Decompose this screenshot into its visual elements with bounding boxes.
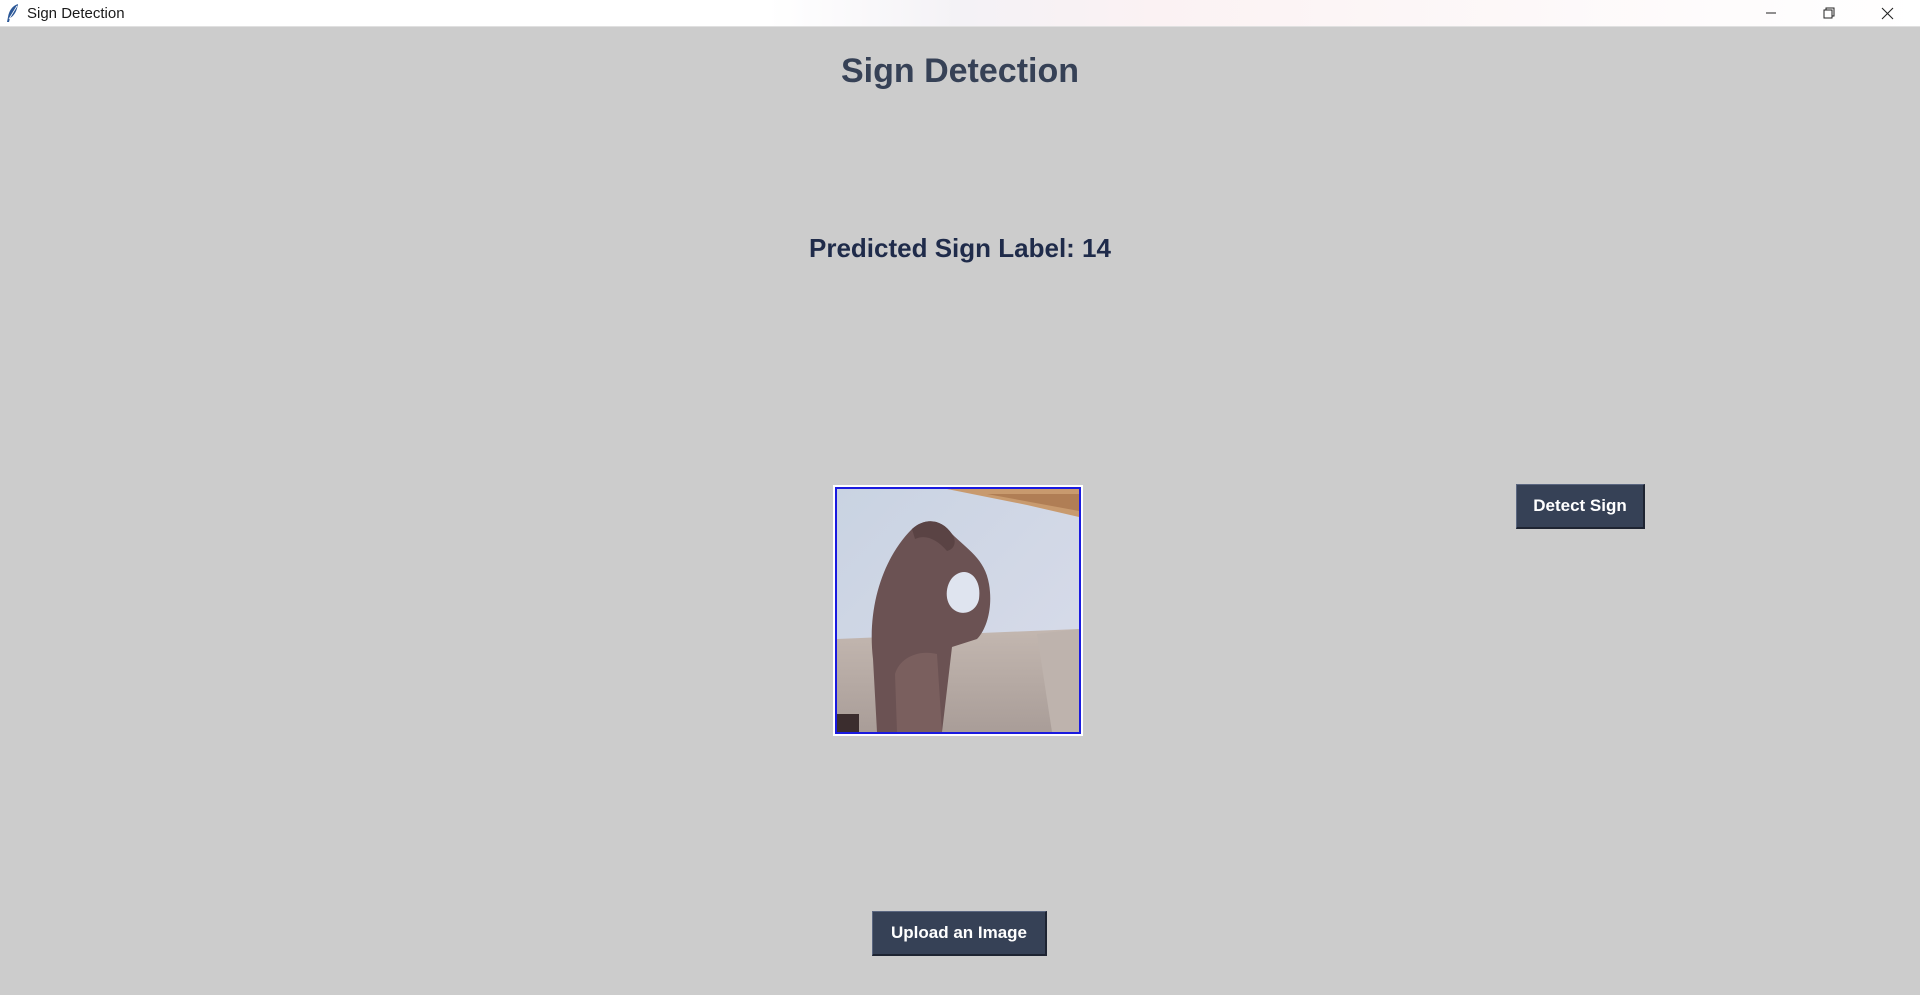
restore-button[interactable] (1800, 0, 1858, 26)
upload-image-button[interactable]: Upload an Image (872, 911, 1047, 956)
minimize-icon (1765, 7, 1777, 19)
close-button[interactable] (1858, 0, 1916, 26)
window-title: Sign Detection (27, 5, 125, 22)
image-preview (833, 485, 1083, 736)
prediction-label: Predicted Sign Label: 14 (809, 233, 1111, 263)
minimize-button[interactable] (1742, 0, 1800, 26)
feather-icon (6, 3, 20, 23)
close-icon (1881, 7, 1894, 20)
app-window: Sign Detection Sign Detection Predicted … (0, 0, 1920, 995)
page-title: Sign Detection (840, 52, 1080, 90)
hand-sign-image (835, 487, 1081, 734)
detect-sign-button[interactable]: Detect Sign (1516, 484, 1645, 529)
restore-icon (1823, 7, 1835, 19)
title-bar[interactable]: Sign Detection (0, 0, 1920, 27)
